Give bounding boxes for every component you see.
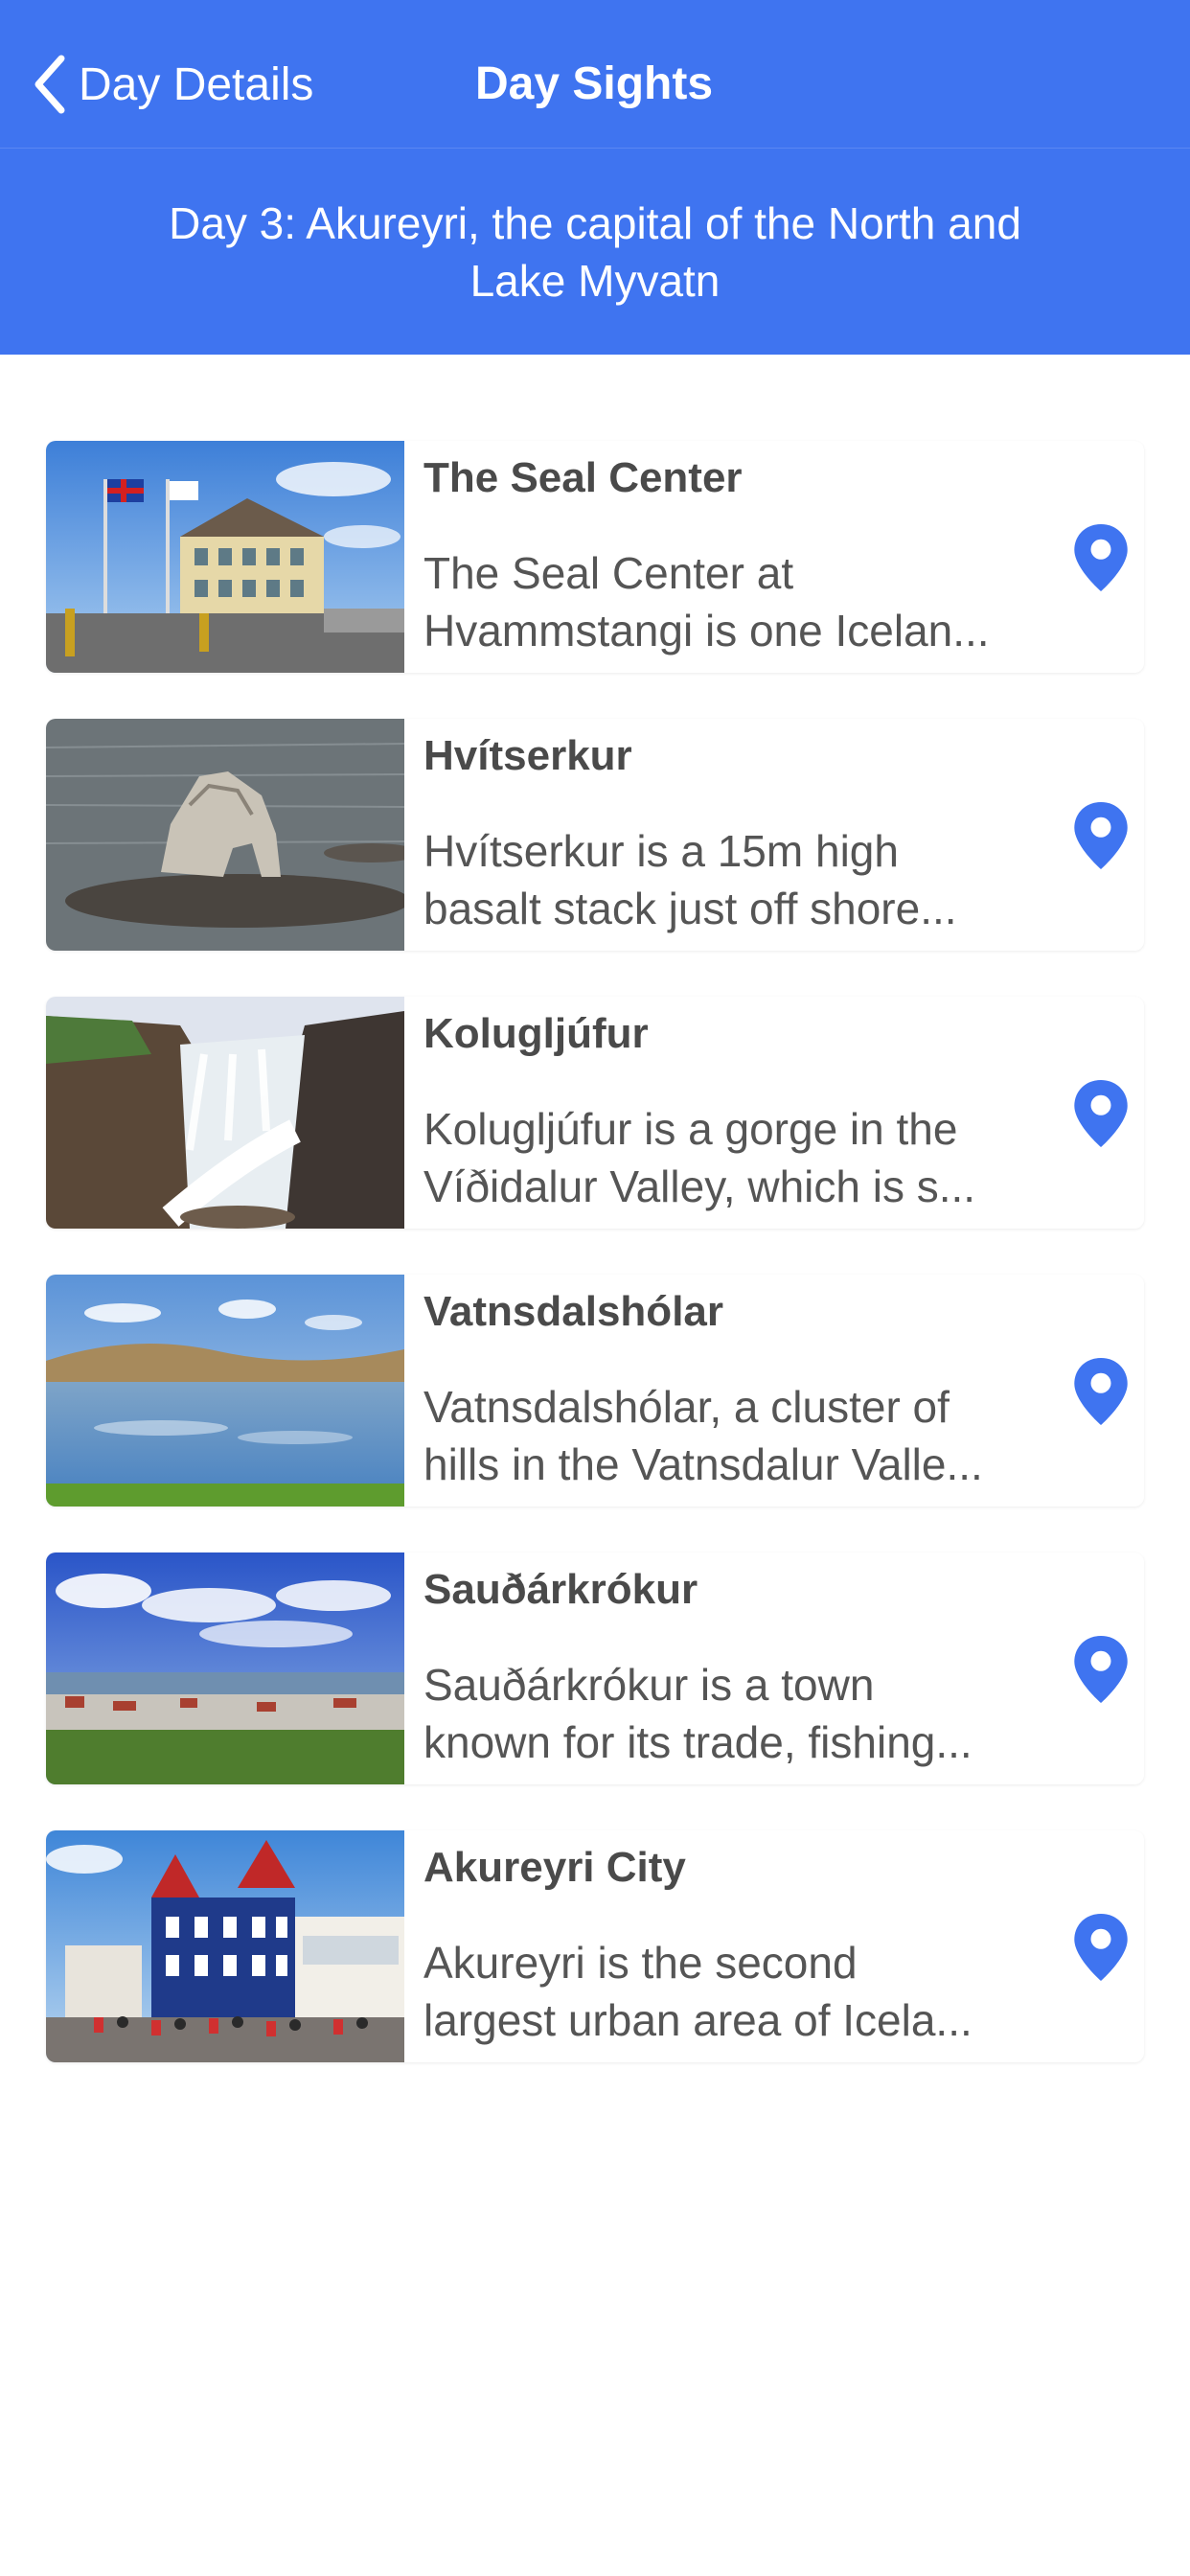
sight-description: The Seal Center at Hvammstangi is one Ic… — [423, 544, 1075, 659]
sight-photo-saudarkrokur — [46, 1552, 404, 1784]
chevron-left-icon — [34, 55, 65, 114]
sight-card-akureyri-city[interactable]: Akureyri City Akureyri is the second lar… — [46, 1830, 1144, 2062]
map-pin-icon[interactable] — [1067, 1911, 1134, 1984]
sight-photo-akureyri-city — [46, 1830, 404, 2062]
sight-title: The Seal Center — [423, 454, 743, 501]
sight-description: Akureyri is the second largest urban are… — [423, 1934, 1075, 2049]
map-pin-icon[interactable] — [1067, 1633, 1134, 1706]
sight-description: Vatnsdalshólar, a cluster of hills in th… — [423, 1378, 1075, 1493]
sight-card-saudarkrokur[interactable]: Sauðárkrókur Sauðárkrókur is a town know… — [46, 1552, 1144, 1784]
navigation-bar: Day Details Day Sights — [0, 0, 1190, 148]
sight-photo-vatnsdalsholar — [46, 1275, 404, 1506]
sight-description-line-1: Sauðárkrókur is a town — [423, 1660, 875, 1710]
sight-description: Hvítserkur is a 15m high basalt stack ju… — [423, 822, 1075, 937]
sight-title: Vatnsdalshólar — [423, 1288, 724, 1335]
sight-description-line-1: Akureyri is the second — [423, 1938, 858, 1988]
map-pin-icon[interactable] — [1067, 521, 1134, 594]
sight-description-line-1: Kolugljúfur is a gorge in the — [423, 1104, 958, 1154]
sight-description-line-1: Vatnsdalshólar, a cluster of — [423, 1382, 950, 1432]
map-pin-icon[interactable] — [1067, 1355, 1134, 1428]
sight-description-line-1: Hvítserkur is a 15m high — [423, 826, 899, 876]
sight-description: Sauðárkrókur is a town known for its tra… — [423, 1656, 1075, 1771]
sight-description-line-2: largest urban area of Icela... — [423, 1995, 973, 2045]
sight-photo-kolugljufur — [46, 997, 404, 1229]
sight-card-kolugljufur[interactable]: Kolugljúfur Kolugljúfur is a gorge in th… — [46, 997, 1144, 1229]
sight-title: Kolugljúfur — [423, 1010, 649, 1057]
sight-description-line-2: Hvammstangi is one Icelan... — [423, 606, 990, 656]
sight-card-hvitserkur[interactable]: Hvítserkur Hvítserkur is a 15m high basa… — [46, 719, 1144, 951]
sight-photo-hvitserkur — [46, 719, 404, 951]
sight-title: Hvítserkur — [423, 732, 632, 779]
day-header: Day 3: Akureyri, the capital of the Nort… — [0, 148, 1190, 355]
day-header-line-1: Day 3: Akureyri, the capital of the Nort… — [169, 198, 1021, 248]
day-header-line-2: Lake Myvatn — [469, 256, 721, 306]
map-pin-icon[interactable] — [1067, 799, 1134, 872]
sight-card-vatnsdalsholar[interactable]: Vatnsdalshólar Vatnsdalshólar, a cluster… — [46, 1275, 1144, 1506]
sight-description-line-2: known for its trade, fishing... — [423, 1717, 973, 1767]
map-pin-icon[interactable] — [1067, 1077, 1134, 1150]
back-button[interactable]: Day Details — [33, 46, 313, 123]
sight-description-line-1: The Seal Center at — [423, 548, 794, 598]
sight-description: Kolugljúfur is a gorge in the Víðidalur … — [423, 1100, 1075, 1215]
sight-description-line-2: Víðidalur Valley, which is s... — [423, 1162, 976, 1211]
page-title: Day Sights — [474, 58, 714, 109]
sight-title: Akureyri City — [423, 1844, 686, 1891]
sight-description-line-2: basalt stack just off shore... — [423, 884, 957, 933]
sight-description-line-2: hills in the Vatnsdalur Valle... — [423, 1439, 983, 1489]
back-button-label: Day Details — [79, 58, 314, 110]
sight-title: Sauðárkrókur — [423, 1566, 698, 1613]
sight-card-seal-center[interactable]: The Seal Center The Seal Center at Hvamm… — [46, 441, 1144, 673]
sight-photo-seal-center — [46, 441, 404, 673]
